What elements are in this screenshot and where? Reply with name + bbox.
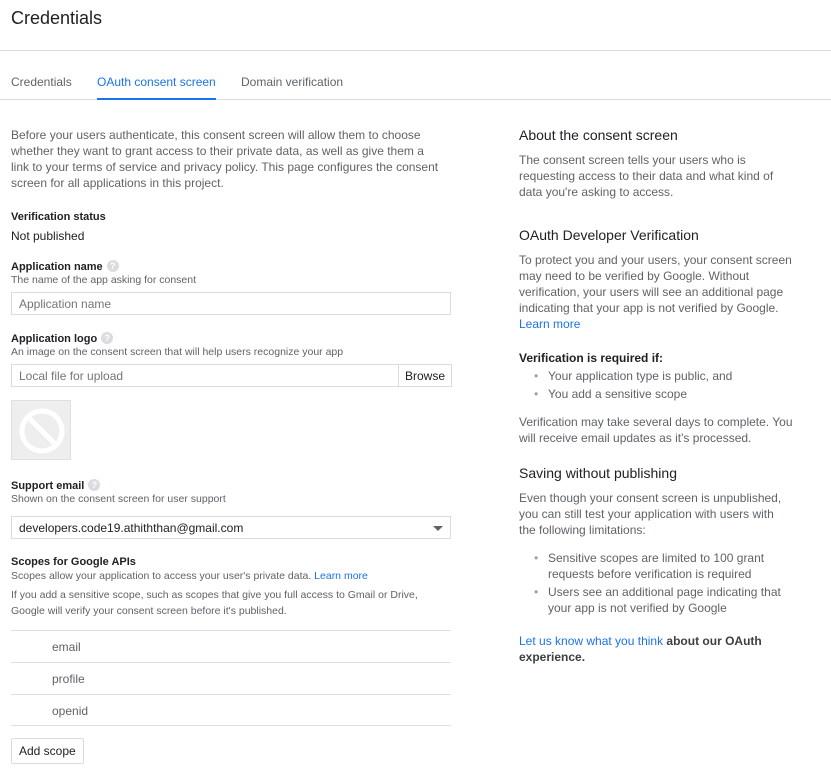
- scopes-note-2: Google will verify your consent screen b…: [11, 605, 287, 617]
- application-logo-label: Application logo?: [11, 332, 114, 345]
- oauth-verification-heading: OAuth Developer Verification: [519, 227, 699, 243]
- verification-required-label: Verification is required if:: [519, 351, 664, 365]
- support-email-hint: Shown on the consent screen for user sup…: [11, 493, 226, 505]
- dropdown-arrow-icon: [433, 526, 443, 531]
- feedback-link[interactable]: Let us know what you think: [519, 634, 663, 648]
- application-name-hint: The name of the app asking for consent: [11, 274, 197, 286]
- scope-row: openid: [11, 694, 451, 726]
- logo-file-input[interactable]: [11, 364, 399, 387]
- scopes-learn-more-link[interactable]: Learn more: [314, 570, 368, 582]
- about-heading: About the consent screen: [519, 127, 678, 143]
- verification-duration-note: Verification may take several days to co…: [519, 415, 793, 445]
- tab-bar: Credentials OAuth consent screen Domain …: [0, 70, 831, 100]
- support-email-select[interactable]: developers.code19.athiththan@gmail.com: [11, 516, 451, 539]
- help-icon[interactable]: ?: [106, 260, 119, 272]
- no-image-icon: [19, 408, 65, 454]
- verification-learn-more-link[interactable]: Learn more: [519, 316, 819, 332]
- tab-domain-verification[interactable]: Domain verification: [241, 75, 343, 100]
- page-title: Credentials: [11, 8, 103, 28]
- list-item: Sensitive scopes are limited to 100 gran…: [534, 550, 820, 582]
- saving-text: Even though your consent screen is unpub…: [519, 491, 782, 537]
- verification-status-label: Verification status: [11, 211, 106, 223]
- oauth-verification-text: To protect you and your users, your cons…: [519, 252, 819, 332]
- help-icon[interactable]: ?: [88, 479, 101, 491]
- tab-credentials[interactable]: Credentials: [11, 75, 72, 100]
- scope-row: profile: [11, 662, 451, 694]
- list-item: You add a sensitive scope: [534, 386, 820, 402]
- verification-status-value: Not published: [11, 229, 85, 243]
- support-email-label: Support email?: [11, 479, 101, 492]
- list-item: Your application type is public, and: [534, 368, 820, 384]
- help-icon[interactable]: ?: [101, 332, 114, 344]
- tab-oauth-consent-screen[interactable]: OAuth consent screen: [97, 75, 216, 100]
- saving-heading: Saving without publishing: [519, 465, 677, 481]
- browse-button[interactable]: Browse: [398, 364, 453, 387]
- scope-row: email: [11, 630, 451, 662]
- intro-text: Before your users authenticate, this con…: [11, 128, 439, 190]
- feedback-text: Let us know what you think about our OAu…: [519, 634, 762, 664]
- add-scope-button[interactable]: Add scope: [11, 738, 84, 764]
- scopes-label: Scopes for Google APIs: [11, 556, 136, 568]
- scopes-list: email profile openid: [11, 630, 451, 727]
- list-item: Users see an additional page indicating …: [534, 584, 820, 616]
- scopes-hint: Scopes allow your application to access …: [11, 570, 368, 582]
- application-logo-hint: An image on the consent screen that will…: [11, 346, 344, 358]
- scopes-note-1: If you add a sensitive scope, such as sc…: [11, 589, 418, 601]
- application-name-input[interactable]: [11, 292, 451, 315]
- about-text: The consent screen tells your users who …: [519, 153, 774, 199]
- logo-placeholder: [11, 400, 71, 460]
- application-name-label: Application name?: [11, 260, 119, 273]
- page-header: Credentials: [0, 0, 831, 51]
